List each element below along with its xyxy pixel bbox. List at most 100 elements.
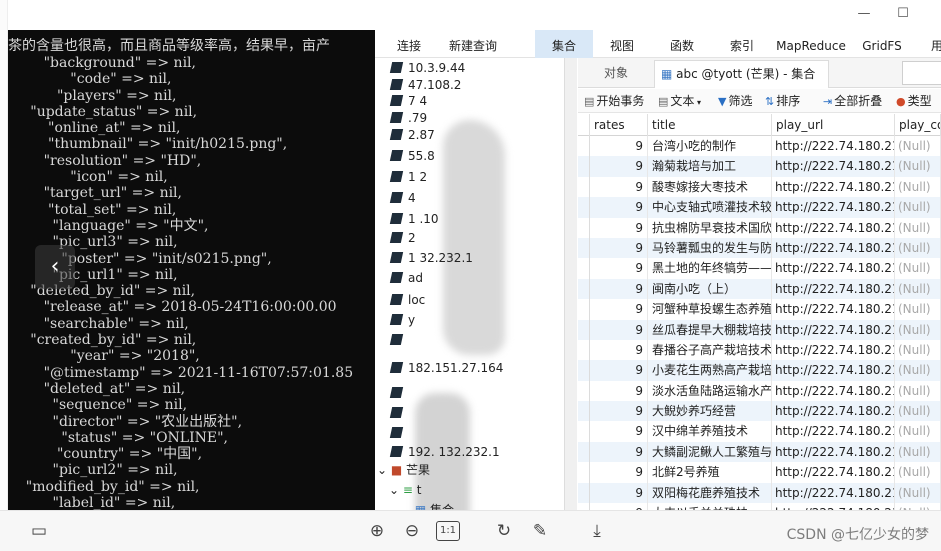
table-row[interactable]: 9 双阳梅花鹿养殖技术 http://222.74.180.21 (Null): [578, 482, 941, 504]
cell-play-count[interactable]: (Null): [895, 217, 941, 238]
row-selector[interactable]: [578, 176, 590, 198]
actual-size-icon[interactable]: 1:1: [436, 521, 460, 541]
type-button[interactable]: ● 类型: [896, 91, 932, 111]
cell-play-url[interactable]: http://222.74.180.21: [772, 339, 895, 361]
row-selector[interactable]: [578, 462, 590, 483]
cell-play-count[interactable]: (Null): [895, 156, 941, 177]
chevron-down-icon[interactable]: ⌄: [401, 503, 415, 510]
cell-rates[interactable]: 9: [590, 421, 648, 442]
cell-play-count[interactable]: (Null): [895, 299, 941, 320]
cell-title[interactable]: 大鳞副泥鳅人工繁殖与: [648, 441, 772, 463]
text-view-button[interactable]: ▤ 文本 ▾: [658, 91, 701, 111]
cell-title[interactable]: 酸枣嫁接大枣技术: [648, 176, 772, 198]
cell-rates[interactable]: 9: [590, 156, 648, 177]
cell-play-url[interactable]: http://222.74.180.21: [772, 360, 895, 381]
cell-rates[interactable]: 9: [590, 258, 648, 279]
cell-play-url[interactable]: http://222.74.180.21: [772, 217, 895, 238]
ribbon-index[interactable]: 索引: [725, 30, 759, 58]
tree-connection-item[interactable]: [389, 403, 561, 423]
cell-title[interactable]: 双阳梅花鹿养殖技术: [648, 482, 772, 504]
cell-play-url[interactable]: http://222.74.180.21: [772, 176, 895, 198]
tree-database-node[interactable]: ⌄ ■ 芒果: [377, 460, 547, 480]
cell-play-count[interactable]: (Null): [895, 136, 941, 157]
table-row[interactable]: 9 大鳞副泥鳅人工繁殖与 http://222.74.180.21 (Null): [578, 441, 941, 463]
cell-play-url[interactable]: http://222.74.180.21: [772, 136, 895, 157]
table-row[interactable]: 9 中心支轴式喷灌技术较 http://222.74.180.21 (Null): [578, 197, 941, 218]
tree-connection-item[interactable]: 182.151.27.164: [389, 358, 561, 378]
cell-play-url[interactable]: http://222.74.180.21: [772, 156, 895, 177]
table-row[interactable]: 9 抗虫棉防早衰技术国欣 http://222.74.180.21 (Null): [578, 217, 941, 238]
cell-rates[interactable]: 9: [590, 360, 648, 381]
ribbon-user[interactable]: 用: [927, 30, 941, 58]
column-header-title[interactable]: title: [648, 114, 772, 136]
table-row[interactable]: 9 闽南小吃（上） http://222.74.180.21 (Null): [578, 278, 941, 300]
table-row[interactable]: 9 北鲜2号养殖 http://222.74.180.21 (Null): [578, 462, 941, 483]
cell-title[interactable]: 瀚菊栽培与加工: [648, 156, 772, 177]
cell-title[interactable]: 中心支轴式喷灌技术较: [648, 197, 772, 218]
begin-transaction-button[interactable]: ▤ 开始事务: [584, 91, 644, 111]
table-row[interactable]: 9 春播谷子高产栽培技术 http://222.74.180.21 (Null): [578, 339, 941, 361]
cell-play-url[interactable]: http://222.74.180.21: [772, 278, 895, 300]
cell-title[interactable]: 抗虫棉防早衰技术国欣: [648, 217, 772, 238]
table-row[interactable]: 9 瀚菊栽培与加工 http://222.74.180.21 (Null): [578, 156, 941, 177]
sort-button[interactable]: ⇅ 排序: [765, 91, 800, 111]
tree-connection-item[interactable]: [389, 383, 561, 403]
cell-play-count[interactable]: (Null): [895, 380, 941, 402]
row-selector[interactable]: [578, 197, 590, 218]
row-selector[interactable]: [578, 401, 590, 422]
tree-connection-item[interactable]: [389, 330, 561, 350]
cell-play-count[interactable]: (Null): [895, 197, 941, 218]
row-selector[interactable]: [578, 360, 590, 381]
table-row[interactable]: 9 酸枣嫁接大枣技术 http://222.74.180.21 (Null): [578, 176, 941, 198]
cell-rates[interactable]: 9: [590, 136, 648, 157]
tree-connection-item[interactable]: 1 2: [389, 167, 561, 187]
cell-play-count[interactable]: (Null): [895, 258, 941, 279]
cell-title[interactable]: 闽南小吃（上）: [648, 278, 772, 300]
cell-play-count[interactable]: (Null): [895, 503, 941, 510]
cell-play-url[interactable]: http://222.74.180.21: [772, 503, 895, 510]
minimize-button[interactable]: —: [849, 4, 879, 24]
cell-play-count[interactable]: (Null): [895, 237, 941, 259]
filter-button[interactable]: ▼ 筛选: [718, 91, 752, 111]
row-selector[interactable]: [578, 339, 590, 361]
tree-connection-item[interactable]: 2: [389, 228, 561, 248]
cell-play-count[interactable]: (Null): [895, 401, 941, 422]
cell-title[interactable]: 汉中绵羊养殖技术: [648, 421, 772, 442]
cell-rates[interactable]: 9: [590, 237, 648, 259]
rotate-icon[interactable]: ↻: [492, 519, 516, 543]
ribbon-connect[interactable]: 连接: [389, 30, 429, 58]
tree-connection-item[interactable]: 2.87: [389, 125, 561, 145]
zoom-out-icon[interactable]: ⊖: [400, 519, 424, 543]
tree-connection-item[interactable]: 192. 132.232.1: [389, 442, 561, 462]
cell-rates[interactable]: 9: [590, 462, 648, 483]
row-selector[interactable]: [578, 258, 590, 279]
cell-play-url[interactable]: http://222.74.180.21: [772, 401, 895, 422]
cell-title[interactable]: 淡水活鱼陆路运输水产: [648, 380, 772, 402]
table-row[interactable]: 9 马铃薯瓢虫的发生与防 http://222.74.180.21 (Null): [578, 237, 941, 259]
cell-title[interactable]: 春播谷子高产栽培技术: [648, 339, 772, 361]
cell-play-count[interactable]: (Null): [895, 339, 941, 361]
cell-play-url[interactable]: http://222.74.180.21: [772, 237, 895, 259]
ribbon-mapreduce[interactable]: MapReduce: [773, 30, 849, 58]
table-row[interactable]: 9 河蟹种草投螺生态养殖 http://222.74.180.21 (Null): [578, 299, 941, 320]
table-row[interactable]: 9 小麦花生两熟高产栽培 http://222.74.180.21 (Null): [578, 360, 941, 381]
cell-play-count[interactable]: (Null): [895, 278, 941, 300]
row-selector[interactable]: [578, 421, 590, 442]
zoom-in-icon[interactable]: ⊕: [365, 519, 389, 543]
collapse-all-button[interactable]: ⇥ 全部折叠: [823, 91, 882, 111]
table-row[interactable]: 9 汉中绵羊养殖技术 http://222.74.180.21 (Null): [578, 421, 941, 442]
cell-play-count[interactable]: (Null): [895, 176, 941, 198]
cell-play-url[interactable]: http://222.74.180.21: [772, 462, 895, 483]
tree-connection-item[interactable]: y: [389, 310, 561, 330]
cell-play-url[interactable]: http://222.74.180.21: [772, 197, 895, 218]
cell-rates[interactable]: 9: [590, 441, 648, 463]
prev-image-button[interactable]: ‹: [35, 245, 75, 289]
cell-rates[interactable]: 9: [590, 299, 648, 320]
ribbon-view[interactable]: 视图: [605, 30, 639, 58]
cell-play-url[interactable]: http://222.74.180.21: [772, 258, 895, 279]
row-selector[interactable]: [578, 319, 590, 340]
row-selector[interactable]: [578, 217, 590, 238]
tree-connection-item[interactable]: 1 .10: [389, 209, 561, 229]
column-header-rates[interactable]: rates: [590, 114, 648, 136]
chevron-down-icon[interactable]: ⌄: [389, 483, 403, 497]
